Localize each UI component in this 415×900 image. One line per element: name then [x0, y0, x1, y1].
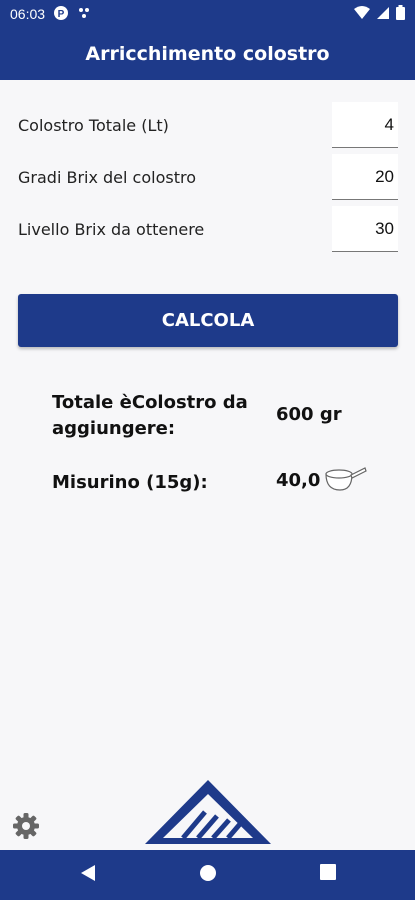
- gradi-brix-label: Gradi Brix del colostro: [18, 168, 196, 187]
- page-title: Arricchimento colostro: [85, 43, 330, 65]
- settings-icon[interactable]: [12, 812, 40, 845]
- form-row-colostro-totale: Colostro Totale (Lt): [0, 100, 415, 152]
- form-row-livello-brix: Livello Brix da ottenere: [0, 204, 415, 256]
- status-time: 06:03: [10, 6, 46, 22]
- brand-logo: [143, 778, 273, 851]
- colostro-totale-input[interactable]: [332, 102, 398, 148]
- wifi-icon: [354, 5, 370, 23]
- misurino-label: Misurino (15g):: [52, 472, 208, 493]
- calcola-button[interactable]: CALCOLA: [18, 294, 398, 347]
- recents-icon[interactable]: [320, 864, 336, 885]
- livello-brix-input[interactable]: [332, 206, 398, 252]
- total-colostro-label-line2: aggiungere:: [52, 418, 176, 439]
- colostro-totale-label: Colostro Totale (Lt): [18, 116, 169, 135]
- system-nav-bar: [0, 850, 415, 900]
- back-icon[interactable]: [80, 864, 96, 887]
- notification-icon: P: [53, 5, 69, 24]
- gradi-brix-input[interactable]: [332, 154, 398, 200]
- svg-text:P: P: [58, 9, 65, 20]
- status-bar: 06:03 P: [0, 0, 415, 28]
- home-icon[interactable]: [199, 864, 217, 887]
- form-row-gradi-brix: Gradi Brix del colostro: [0, 152, 415, 204]
- total-colostro-label-line1: Totale èColostro da: [52, 392, 248, 413]
- app-bar: Arricchimento colostro: [0, 28, 415, 80]
- misurino-value: 40,0: [276, 470, 321, 491]
- input-form: Colostro Totale (Lt) Gradi Brix del colo…: [0, 100, 415, 256]
- sync-icon: [77, 6, 91, 23]
- scoop-icon: [322, 466, 368, 501]
- total-colostro-label: Totale èColostro da aggiungere:: [52, 390, 248, 442]
- signal-icon: [376, 6, 390, 23]
- total-colostro-value: 600 gr: [276, 404, 342, 425]
- battery-icon: [396, 5, 405, 23]
- livello-brix-label: Livello Brix da ottenere: [18, 220, 205, 239]
